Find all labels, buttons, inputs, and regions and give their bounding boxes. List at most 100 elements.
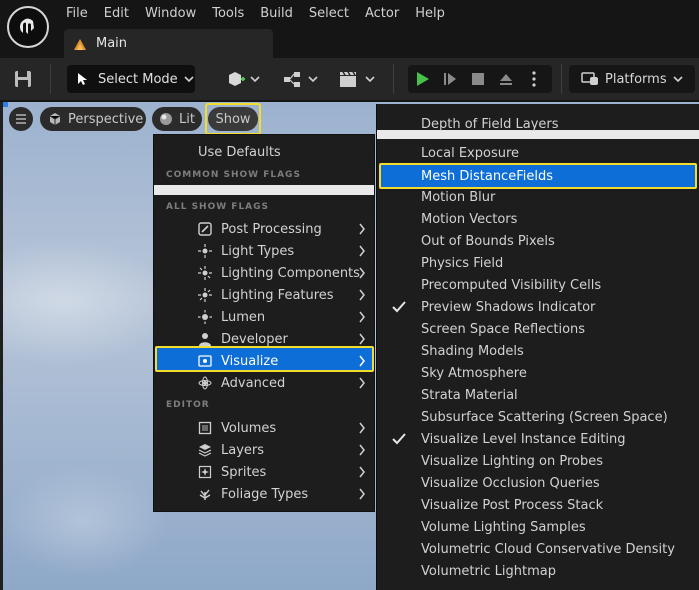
- stop-button[interactable]: [464, 65, 492, 93]
- advance-frame-icon: [444, 73, 456, 85]
- menu-item-label: Developer: [221, 331, 288, 347]
- visualize-item[interactable]: Local Exposure: [377, 142, 699, 164]
- save-icon[interactable]: [12, 68, 34, 90]
- visualize-item-label: Motion Vectors: [421, 211, 518, 227]
- chevron-right-icon: [359, 444, 365, 456]
- menu-item-label: Lighting Components: [221, 265, 360, 281]
- menu-item-advanced[interactable]: Advanced: [154, 372, 374, 394]
- visualize-item[interactable]: Subsurface Scattering (Screen Space): [377, 406, 699, 428]
- visualize-item-label: Depth of Field Layers: [421, 116, 559, 132]
- visualize-item-label: Strata Material: [421, 387, 518, 403]
- menu-item-foliage-types[interactable]: Foliage Types: [154, 483, 374, 505]
- visualize-item[interactable]: Physics Field: [377, 252, 699, 274]
- clapperboard-icon: [340, 71, 375, 87]
- chevron-right-icon: [359, 223, 365, 235]
- eject-button[interactable]: [492, 65, 520, 93]
- visualize-item-label: Precomputed Visibility Cells: [421, 277, 602, 293]
- platforms-label: Platforms: [605, 71, 667, 87]
- menu-item-lighting-components[interactable]: Lighting Components: [154, 262, 374, 284]
- kebab-menu-icon: [532, 71, 536, 87]
- section-editor: EDITOR: [166, 400, 210, 410]
- lighting-components-icon: [198, 266, 212, 280]
- menu-item-volumes[interactable]: Volumes: [154, 417, 374, 439]
- perspective-button[interactable]: Perspective: [40, 107, 146, 131]
- visualize-item[interactable]: Shading Models: [377, 340, 699, 362]
- visualize-item[interactable]: Visualize Lighting on Probes: [377, 450, 699, 472]
- level-icon: [74, 38, 86, 50]
- visualize-item[interactable]: Precomputed Visibility Cells: [377, 274, 699, 296]
- menu-tools[interactable]: Tools: [204, 3, 252, 25]
- menu-select[interactable]: Select: [301, 3, 357, 25]
- advance-frame-button[interactable]: [436, 65, 464, 93]
- visualize-item-label: Local Exposure: [421, 145, 520, 161]
- visualize-item[interactable]: Strata Material: [377, 384, 699, 406]
- menu-item-layers[interactable]: Layers: [154, 439, 374, 461]
- volumes-icon: [198, 421, 212, 435]
- menu-item-post-processing[interactable]: Post Processing: [154, 218, 374, 240]
- menu-item-label: Visualize: [221, 353, 279, 369]
- blueprints-button[interactable]: [283, 65, 319, 93]
- visualize-item-label: Volume Lighting Samples: [421, 519, 586, 535]
- play-options-button[interactable]: [520, 65, 548, 93]
- menu-file[interactable]: File: [58, 3, 96, 25]
- play-button[interactable]: [408, 65, 436, 93]
- visualize-item[interactable]: Visualize Occlusion Queries: [377, 472, 699, 494]
- platforms-button[interactable]: Platforms: [569, 65, 695, 93]
- menu-item-light-types[interactable]: Light Types: [154, 240, 374, 262]
- chevron-right-icon: [359, 289, 365, 301]
- layers-icon: [198, 444, 212, 457]
- viewport-options-button[interactable]: [9, 107, 33, 131]
- menu-help[interactable]: Help: [407, 3, 453, 25]
- visualize-item-label: Volumetric Lightmap: [421, 563, 557, 579]
- menu-item-sprites[interactable]: Sprites: [154, 461, 374, 483]
- visualize-item[interactable]: Sky Atmosphere: [377, 362, 699, 384]
- visualize-item[interactable]: Volumetric Lightmap: [377, 560, 699, 582]
- visualize-item[interactable]: Volumetric Cloud Conservative Density: [377, 538, 699, 560]
- play-icon: [417, 72, 429, 86]
- main-menu: File Edit Window Tools Build Select Acto…: [58, 3, 453, 25]
- stop-icon: [472, 73, 484, 85]
- visualize-item[interactable]: Volume Lighting Samples: [377, 516, 699, 538]
- cinematics-button[interactable]: [338, 65, 376, 93]
- menu-item-lighting-features[interactable]: Lighting Features: [154, 284, 374, 306]
- menu-build[interactable]: Build: [252, 3, 301, 25]
- unreal-logo-icon[interactable]: [7, 6, 49, 48]
- visualize-item[interactable]: Screen Space Reflections: [377, 318, 699, 340]
- developer-icon: [199, 333, 211, 346]
- select-mode-dropdown[interactable]: Select Mode: [67, 65, 195, 93]
- visualize-item[interactable]: Motion Vectors: [377, 208, 699, 230]
- tab-main[interactable]: Main: [64, 29, 273, 58]
- menu-item-label: Advanced: [221, 375, 286, 391]
- visualize-item[interactable]: Motion Blur: [377, 186, 699, 208]
- visualize-item-label: Sky Atmosphere: [421, 365, 527, 381]
- menu-item-lumen[interactable]: Lumen: [154, 306, 374, 328]
- menu-window[interactable]: Window: [137, 3, 204, 25]
- visualize-item[interactable]: Preview Shadows Indicator: [377, 296, 699, 318]
- visualize-item-label: Volumetric Cloud Conservative Density: [421, 541, 675, 557]
- menu-item-developer[interactable]: Developer: [154, 328, 374, 350]
- visualize-item[interactable]: Depth of Field Layers: [377, 113, 699, 135]
- visualize-item[interactable]: Visualize Level Instance Editing: [377, 428, 699, 450]
- visualize-item[interactable]: Visualize Post Process Stack: [377, 494, 699, 516]
- visualize-item[interactable]: Out of Bounds Pixels: [377, 230, 699, 252]
- post-processing-icon: [198, 222, 212, 236]
- checkmark-icon: [392, 301, 406, 313]
- visualize-item-mesh-distance-fields[interactable]: Mesh DistanceFields: [377, 165, 699, 187]
- chevron-down-icon: [673, 76, 683, 83]
- menu-item-label: Lighting Features: [221, 287, 334, 303]
- perspective-cube-icon: [49, 113, 61, 125]
- use-defaults-item[interactable]: Use Defaults: [154, 141, 374, 163]
- main-toolbar: Select Mode Platforms: [0, 58, 699, 100]
- menu-actor[interactable]: Actor: [357, 3, 407, 25]
- chevron-right-icon: [359, 422, 365, 434]
- visualize-submenu: Depth of Field Layers Local Exposure Mes…: [376, 104, 699, 590]
- use-defaults-label: Use Defaults: [198, 144, 281, 160]
- visualize-item-label: Visualize Occlusion Queries: [421, 475, 600, 491]
- menu-item-visualize[interactable]: Visualize: [154, 350, 374, 372]
- view-mode-button[interactable]: Lit: [152, 107, 202, 131]
- add-actor-button[interactable]: [226, 65, 260, 93]
- menu-item-label: Post Processing: [221, 221, 322, 237]
- menu-edit[interactable]: Edit: [96, 3, 137, 25]
- lit-label: Lit: [179, 111, 195, 127]
- lit-sphere-icon: [160, 113, 172, 125]
